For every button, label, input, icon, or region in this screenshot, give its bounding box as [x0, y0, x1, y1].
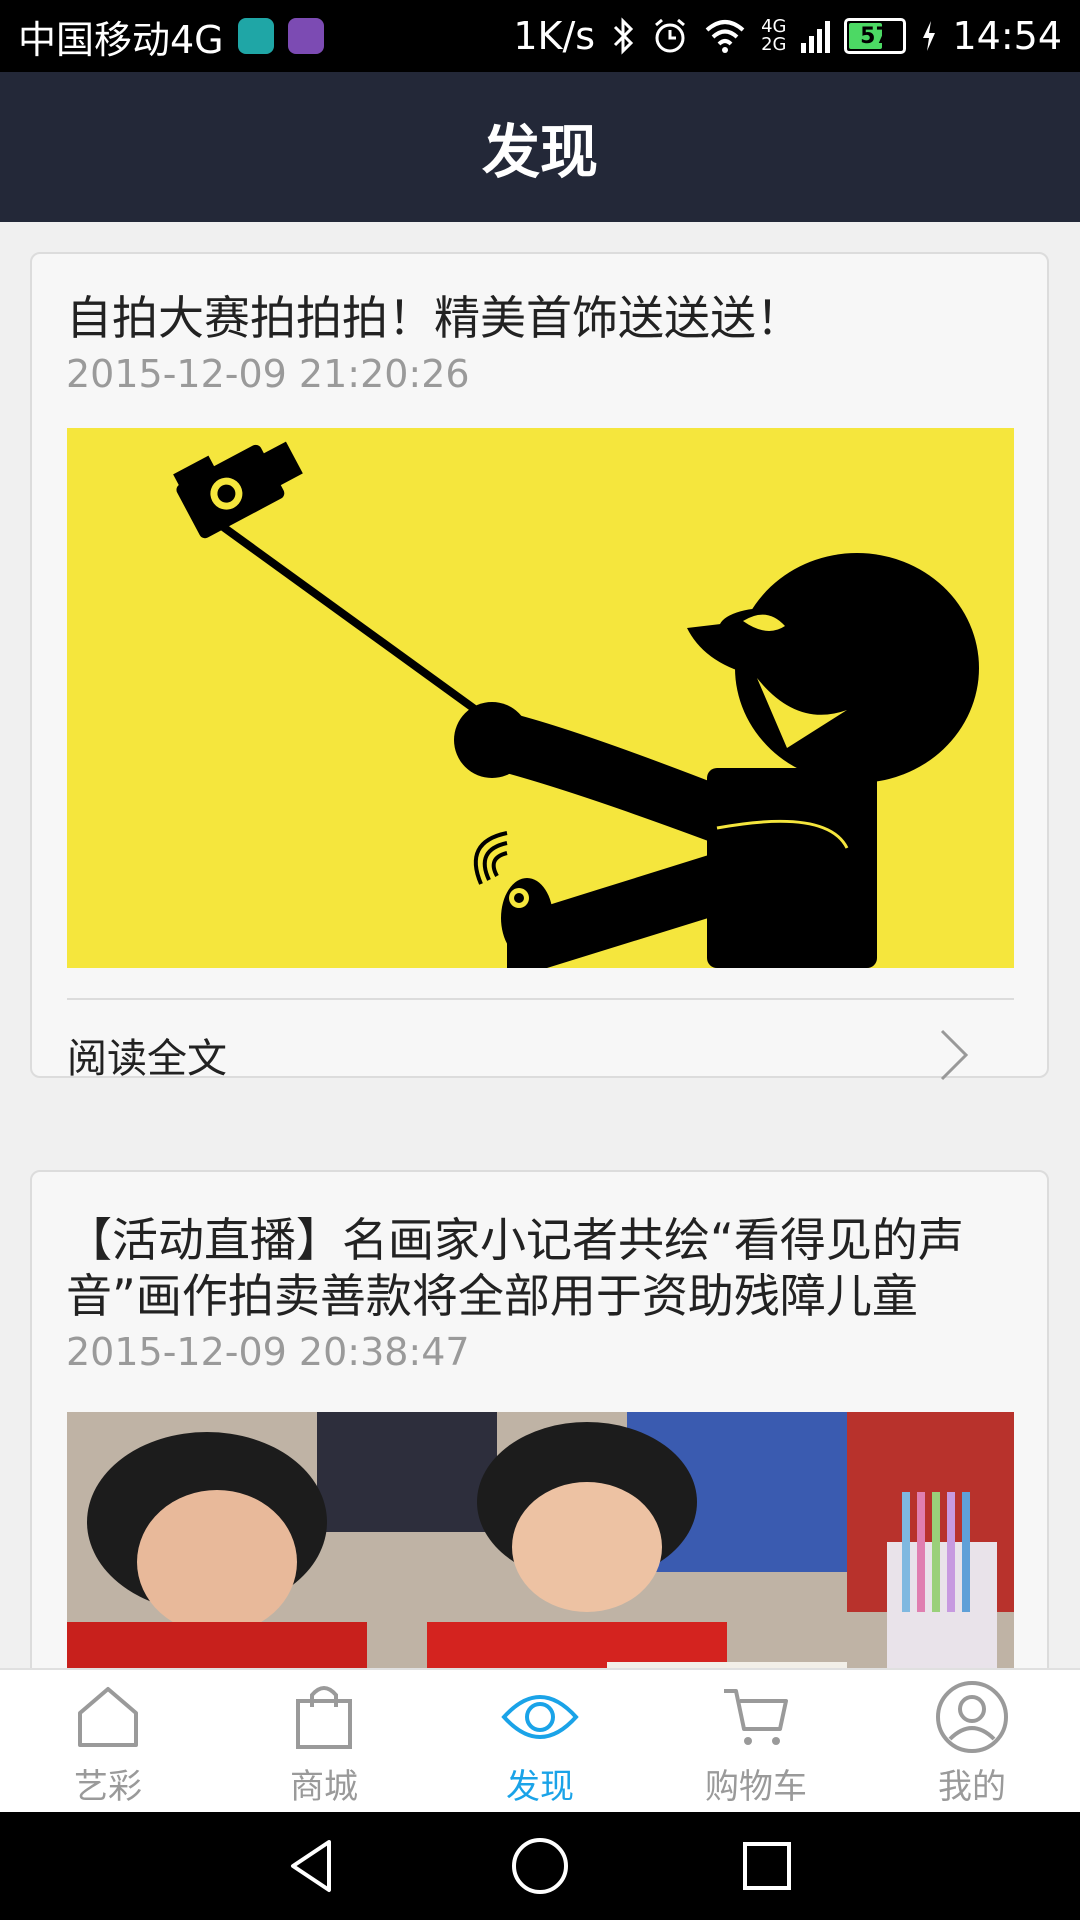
bottom-nav: 艺彩 商城 发现 购物车 我的	[0, 1668, 1080, 1814]
cart-icon	[724, 1688, 788, 1745]
alarm-icon	[655, 18, 686, 53]
back-icon[interactable]	[283, 1836, 343, 1896]
article-date: 2015-12-09 20:38:47	[66, 1330, 470, 1374]
system-nav-bar	[0, 1812, 1080, 1920]
carrier-label: 中国移动4G	[18, 17, 224, 62]
nav-item-mall[interactable]: 商城	[216, 1670, 432, 1814]
recents-icon[interactable]	[737, 1836, 797, 1896]
nav-label: 商城	[290, 1766, 358, 1807]
nav-item-yicai[interactable]: 艺彩	[0, 1670, 216, 1814]
chevron-right-icon	[940, 1029, 969, 1081]
eye-icon	[501, 1694, 579, 1739]
article-date: 2015-12-09 21:20:26	[66, 352, 470, 396]
bluetooth-icon	[614, 17, 634, 55]
status-bar: 中国移动4G 1K/s 4G 2G 57 14:54	[0, 0, 1080, 72]
battery-icon: 57	[844, 18, 907, 54]
article-card[interactable]: 【活动直播】名画家小记者共绘“看得见的声音”画作拍卖善款将全部用于资助残障儿童 …	[30, 1170, 1049, 1668]
app-header: 发现	[0, 72, 1080, 222]
profile-icon	[936, 1680, 1008, 1753]
article-title[interactable]: 自拍大赛拍拍拍！精美首饰送送送！	[32, 254, 1047, 346]
discover-feed[interactable]: 自拍大赛拍拍拍！精美首饰送送送！ 2015-12-09 21:20:26 阅读全…	[0, 222, 1080, 1668]
article-image-children-painting[interactable]	[67, 1412, 1014, 1668]
network-speed: 1K/s	[513, 14, 596, 58]
clock: 14:54	[952, 14, 1062, 58]
home-button-icon[interactable]	[510, 1836, 570, 1896]
signal-icon	[801, 21, 831, 53]
nav-label: 发现	[506, 1766, 574, 1807]
android-app-icon	[237, 18, 274, 54]
nav-label: 艺彩	[74, 1766, 142, 1807]
children-photo	[67, 1412, 1014, 1668]
nav-label: 我的	[938, 1766, 1006, 1807]
gallery-app-icon	[287, 18, 324, 54]
home-icon	[78, 1686, 138, 1747]
selfie-illustration	[173, 441, 979, 968]
read-more-label[interactable]: 阅读全文	[67, 1026, 227, 1084]
wifi-icon	[705, 20, 745, 53]
nav-item-cart[interactable]: 购物车	[648, 1670, 864, 1814]
article-title[interactable]: 【活动直播】名画家小记者共绘“看得见的声音”画作拍卖善款将全部用于资助残障儿童	[32, 1172, 1047, 1324]
nav-item-me[interactable]: 我的	[864, 1670, 1080, 1814]
charging-icon	[923, 21, 936, 51]
page-title: 发现	[481, 118, 598, 186]
nav-item-discover[interactable]: 发现	[432, 1670, 648, 1814]
article-card[interactable]: 自拍大赛拍拍拍！精美首饰送送送！ 2015-12-09 21:20:26 阅读全…	[30, 252, 1049, 1082]
nav-label: 购物车	[705, 1766, 807, 1807]
read-more-row[interactable]: 阅读全文	[67, 1000, 1014, 1110]
network-type: 4G 2G	[761, 16, 787, 55]
article-image-selfie[interactable]	[67, 428, 1014, 968]
shopping-bag-icon	[296, 1685, 352, 1749]
